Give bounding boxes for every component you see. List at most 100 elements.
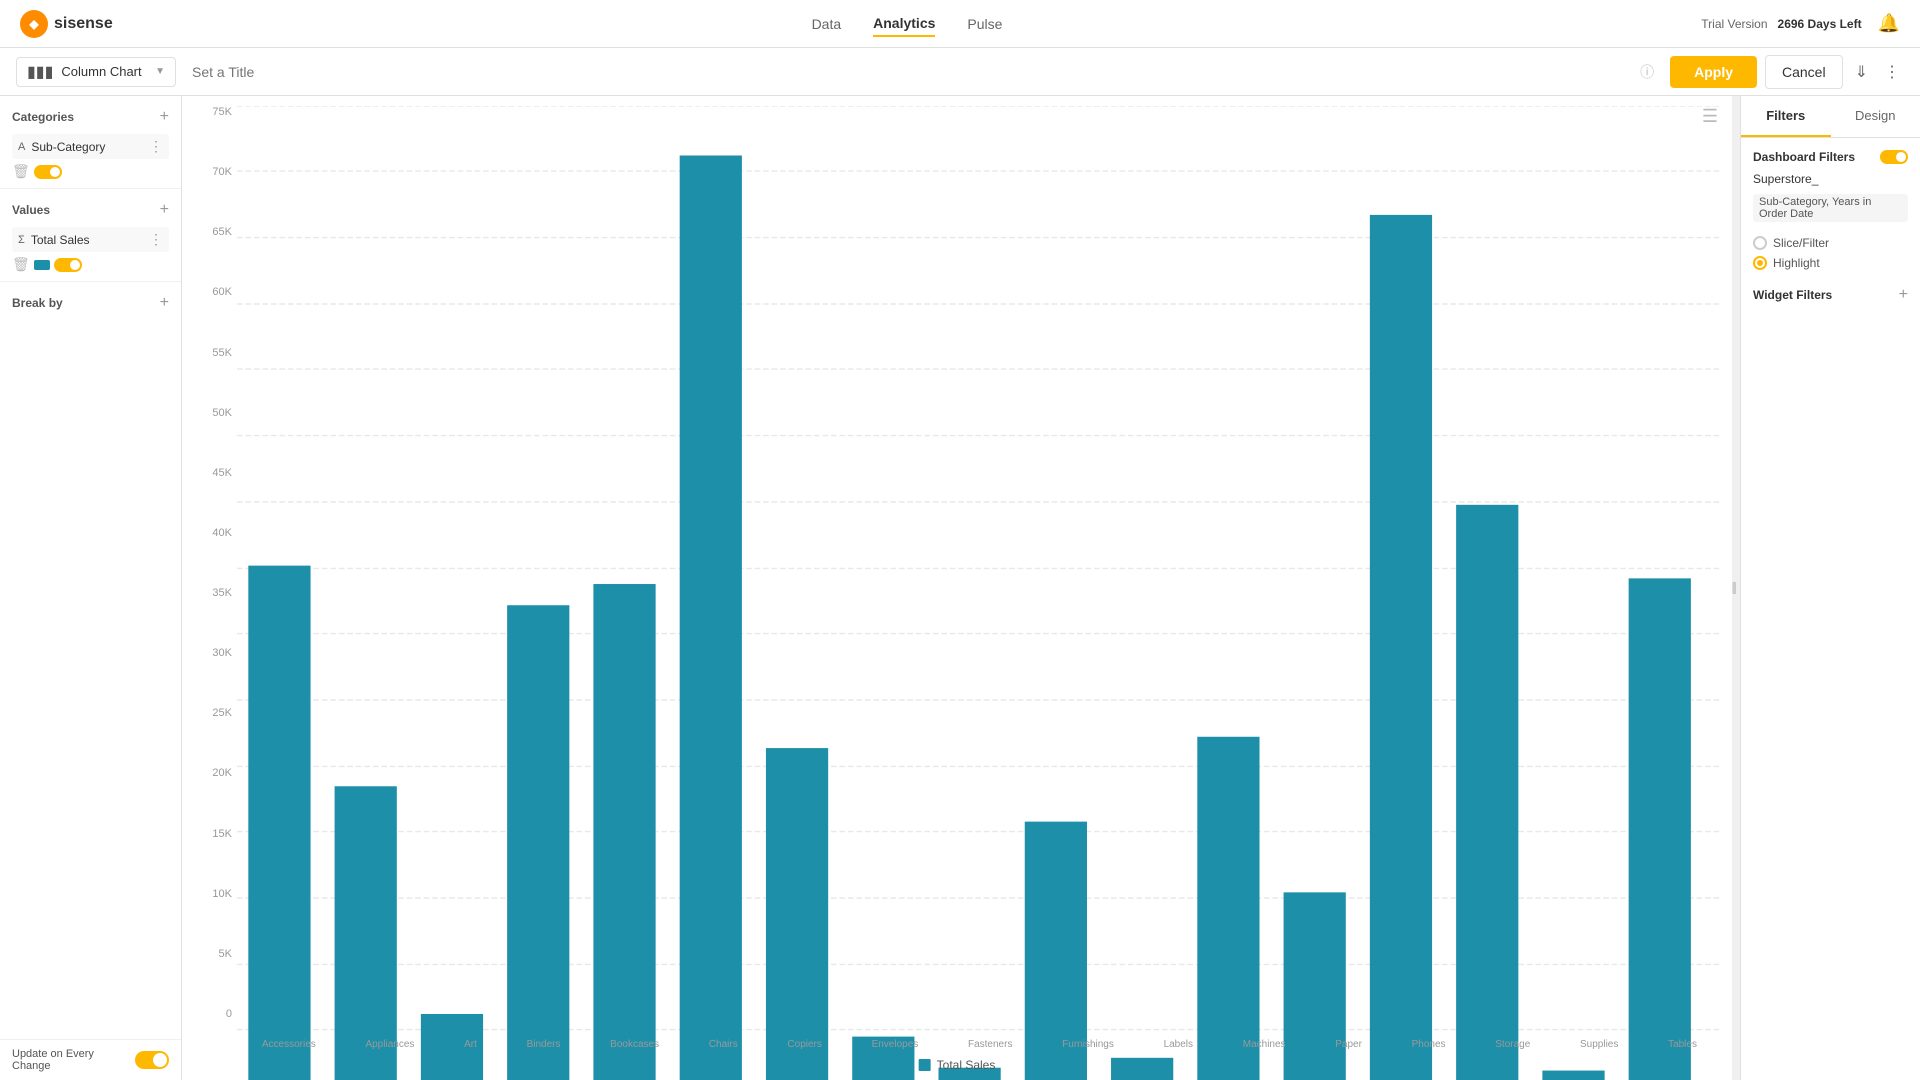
update-label: Update on Every Change (12, 1048, 135, 1072)
filter-sub: Sub-Category, Years in Order Date (1753, 194, 1908, 222)
y-label-55k: 55K (192, 347, 232, 359)
break-by-title: Break by (12, 296, 63, 310)
y-label-45k: 45K (192, 467, 232, 479)
logo-icon: ◆ (20, 10, 48, 38)
tab-filters[interactable]: Filters (1741, 96, 1831, 137)
categories-title: Categories (12, 110, 74, 124)
x-label-labels: Labels (1164, 1039, 1193, 1050)
x-label-machines: Machines (1243, 1039, 1286, 1050)
chart-legend: Total Sales (919, 1058, 996, 1072)
dashboard-filters-label: Dashboard Filters (1753, 150, 1855, 164)
bar-tables[interactable] (1629, 578, 1691, 1080)
y-label-30k: 30K (192, 647, 232, 659)
x-label-paper: Paper (1335, 1039, 1362, 1050)
add-widget-filter-button[interactable]: + (1899, 286, 1908, 304)
nav-data[interactable]: Data (812, 12, 842, 36)
bar-storage[interactable] (1456, 505, 1518, 1080)
add-break-by-button[interactable]: + (160, 294, 169, 312)
filter-name: Superstore_ (1753, 172, 1908, 186)
value-color-swatch[interactable] (34, 260, 50, 270)
more-options-icon[interactable]: ⋮ (1880, 58, 1904, 86)
bar-phones[interactable] (1370, 215, 1432, 1080)
title-input[interactable] (192, 64, 1632, 80)
field-type-icon: A (18, 141, 25, 153)
y-label-65k: 65K (192, 226, 232, 238)
right-panel: Filters Design Dashboard Filters Superst… (1740, 96, 1920, 1080)
download-icon[interactable]: ⇓ (1851, 58, 1872, 86)
bar-chairs[interactable] (680, 156, 742, 1080)
bar-labels[interactable] (1111, 1058, 1173, 1080)
y-label-0: 0 (192, 1008, 232, 1020)
nav-analytics[interactable]: Analytics (873, 11, 935, 37)
x-label-storage: Storage (1495, 1039, 1530, 1050)
title-input-area: ⓘ (192, 62, 1654, 82)
delete-category-icon[interactable]: 🗑 (12, 163, 30, 180)
dashboard-filters-title: Dashboard Filters (1753, 150, 1908, 164)
values-header: Values + (12, 201, 169, 219)
categories-section: Categories + A Sub-Category ⋮ 🗑 (0, 96, 181, 189)
dashboard-filter-toggle[interactable] (1880, 150, 1908, 164)
category-toggle[interactable] (34, 165, 62, 179)
tab-design[interactable]: Design (1831, 96, 1920, 137)
update-toggle[interactable] (135, 1051, 169, 1069)
bottom-bar: Update on Every Change (0, 1039, 181, 1080)
bar-copiers[interactable] (766, 748, 828, 1080)
x-label-phones: Phones (1412, 1039, 1446, 1050)
right-panel-content: Dashboard Filters Superstore_ Sub-Catego… (1741, 138, 1920, 1080)
bar-accessories[interactable] (248, 566, 310, 1080)
toolbar-right: Apply Cancel ⇓ ⋮ (1670, 55, 1904, 89)
bar-machines[interactable] (1197, 737, 1259, 1080)
filter-options: Slice/Filter Highlight (1753, 236, 1908, 270)
slice-filter-radio[interactable] (1753, 236, 1767, 250)
x-label-chairs: Chairs (709, 1039, 738, 1050)
apply-button[interactable]: Apply (1670, 56, 1757, 88)
values-menu-icon[interactable]: ⋮ (149, 231, 163, 248)
field-menu-icon[interactable]: ⋮ (149, 138, 163, 155)
widget-filters-section: Widget Filters + (1753, 286, 1908, 304)
y-label-60k: 60K (192, 286, 232, 298)
logo-text: ◆ (29, 17, 38, 31)
x-axis: Accessories Appliances Art Binders Bookc… (237, 1039, 1722, 1050)
add-value-button[interactable]: + (160, 201, 169, 219)
nav-pulse[interactable]: Pulse (967, 12, 1002, 36)
bar-paper[interactable] (1284, 892, 1346, 1080)
bar-supplies[interactable] (1542, 1071, 1604, 1080)
bar-appliances[interactable] (335, 786, 397, 1080)
chart-type-selector[interactable]: ▮▮▮ Column Chart ▼ (16, 57, 176, 87)
chevron-down-icon: ▼ (155, 66, 165, 77)
values-field-actions: 🗑 (12, 256, 169, 273)
highlight-option[interactable]: Highlight (1753, 256, 1908, 270)
x-label-envelopes: Envelopes (872, 1039, 919, 1050)
y-label-20k: 20K (192, 767, 232, 779)
drag-handle[interactable]: ▌ (1732, 96, 1740, 1080)
highlight-radio[interactable] (1753, 256, 1767, 270)
values-title: Values (12, 203, 50, 217)
x-label-binders: Binders (527, 1039, 561, 1050)
x-label-appliances: Appliances (365, 1039, 414, 1050)
main-layout: Categories + A Sub-Category ⋮ 🗑 Values +… (0, 96, 1920, 1080)
bar-binders[interactable] (507, 605, 569, 1080)
bar-bookcases[interactable] (593, 584, 655, 1080)
x-label-art: Art (464, 1039, 477, 1050)
legend-label: Total Sales (937, 1058, 996, 1072)
value-toggle[interactable] (54, 258, 82, 272)
y-label-50k: 50K (192, 407, 232, 419)
x-label-supplies: Supplies (1580, 1039, 1618, 1050)
legend-swatch (919, 1059, 931, 1071)
values-field-row: Σ Total Sales ⋮ (12, 227, 169, 252)
notification-icon[interactable]: 🔔 (1878, 13, 1900, 34)
info-icon: ⓘ (1640, 62, 1654, 82)
y-label-15k: 15K (192, 828, 232, 840)
categories-header: Categories + (12, 108, 169, 126)
y-label-5k: 5K (192, 948, 232, 960)
y-label-10k: 10K (192, 888, 232, 900)
highlight-label: Highlight (1773, 256, 1820, 270)
slice-filter-option[interactable]: Slice/Filter (1753, 236, 1908, 250)
add-category-button[interactable]: + (160, 108, 169, 126)
chart-container: 75K 70K 65K 60K 55K 50K 45K 40K 35K 30K … (182, 96, 1732, 1080)
cancel-button[interactable]: Cancel (1765, 55, 1843, 89)
chart-type-icon: ▮▮▮ (27, 62, 53, 82)
left-panel: Categories + A Sub-Category ⋮ 🗑 Values +… (0, 96, 182, 1080)
delete-value-icon[interactable]: 🗑 (12, 256, 30, 273)
values-field-icon: Σ (18, 234, 25, 246)
